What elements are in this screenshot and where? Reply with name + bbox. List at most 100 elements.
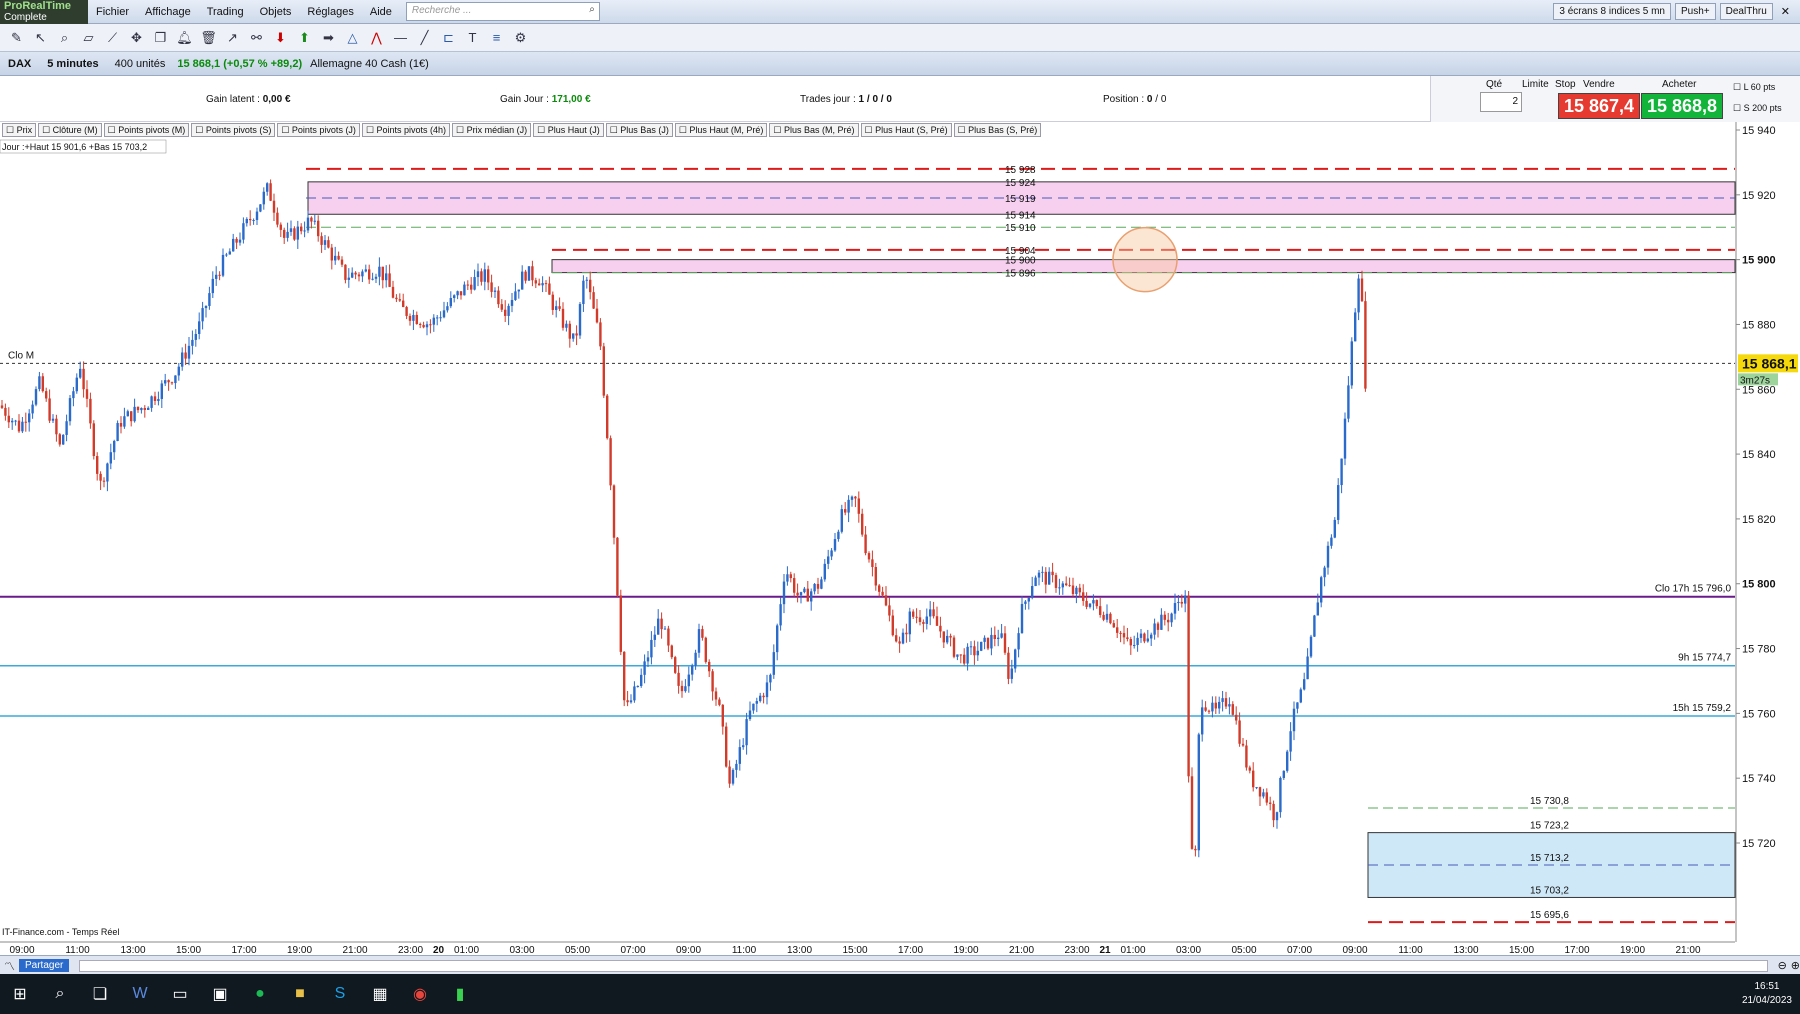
chrome-icon[interactable]: ◉ — [400, 974, 440, 1014]
fibonacci-icon[interactable]: ≡ — [486, 27, 507, 48]
menu-fichier[interactable]: Fichier — [88, 6, 137, 18]
sell-button[interactable]: 15 867,4 — [1558, 93, 1640, 119]
menu-aide[interactable]: Aide — [362, 6, 400, 18]
indicator-2[interactable]: ☐ Points pivots (M) — [103, 123, 190, 137]
word-icon[interactable]: W — [120, 974, 160, 1014]
prorealtime-taskbar-icon[interactable]: ▮ — [440, 974, 480, 1014]
candle-body — [908, 611, 911, 635]
zoom-in-icon[interactable]: ⊕ — [1791, 959, 1800, 972]
candle-body — [1112, 623, 1115, 628]
x-tick-label-26: 09:00 — [1342, 945, 1367, 955]
files-icon[interactable]: ▭ — [160, 974, 200, 1014]
indicator-0[interactable]: ☐ Prix — [2, 123, 37, 137]
timeframe-select[interactable]: 5 minutes — [43, 57, 102, 71]
indicator-11[interactable]: ☐ Plus Haut (S, Pré) — [860, 123, 952, 137]
spotify-icon[interactable]: ● — [240, 974, 280, 1014]
indicator-9[interactable]: ☐ Plus Haut (M, Pré) — [674, 123, 768, 137]
zigzag-icon[interactable]: ⋀ — [366, 27, 387, 48]
candle-body — [1133, 644, 1136, 646]
indicator-4[interactable]: ☐ Points pivots (J) — [277, 123, 360, 137]
diagonal-line-icon[interactable]: ╱ — [414, 27, 435, 48]
indicator-7[interactable]: ☐ Plus Haut (J) — [533, 123, 604, 137]
symbol-select[interactable]: DAX — [4, 57, 35, 71]
zoom-out-icon[interactable]: ⊖ — [1778, 959, 1787, 972]
candle-body — [973, 646, 976, 656]
explorer-icon[interactable]: ■ — [280, 974, 320, 1014]
skype-icon[interactable]: S — [320, 974, 360, 1014]
candle-body — [473, 277, 476, 290]
trend-tool-icon[interactable]: ⟋ — [102, 27, 123, 48]
search-icon[interactable]: ⌕ — [589, 4, 595, 15]
indicator-5[interactable]: ☐ Points pivots (4h) — [361, 123, 451, 137]
cursor-icon[interactable]: ↖ — [30, 27, 51, 48]
indicator-12[interactable]: ☐ Plus Bas (S, Pré) — [953, 123, 1042, 137]
stop-checkbox[interactable]: ☐ S 200 pts — [1733, 103, 1782, 114]
bell-icon[interactable]: 🔔︎ — [174, 27, 195, 48]
up-arrow-icon[interactable]: ⬆ — [294, 27, 315, 48]
candle-body — [633, 686, 636, 701]
move-icon[interactable]: ✥ — [126, 27, 147, 48]
price-chart[interactable]: 15 92815 92415 91915 91415 91015 90415 9… — [0, 122, 1800, 955]
candle-body — [1309, 636, 1313, 657]
calculator-icon[interactable]: ▦ — [360, 974, 400, 1014]
indicator-bar: ☐ Prix ☐ Clôture (M) ☐ Points pivots (M) ☐ … — [0, 122, 1800, 138]
buy-button[interactable]: 15 868,8 — [1641, 93, 1723, 119]
channel-icon[interactable]: ⊏ — [438, 27, 459, 48]
zoom-icon[interactable]: ⌕ — [54, 27, 75, 48]
indicator-10[interactable]: ☐ Plus Bas (M, Pré) — [769, 123, 859, 137]
level-label-11: 15 730,8 — [1530, 796, 1569, 807]
limit-checkbox[interactable]: ☐ L 60 pts — [1733, 82, 1775, 93]
candle-body — [874, 567, 877, 586]
indicator-8[interactable]: ☐ Plus Bas (J) — [605, 123, 673, 137]
search-input[interactable]: Recherche ... ⌕ — [405, 2, 600, 21]
arrow-line-icon[interactable]: ↗ — [222, 27, 243, 48]
candle-body — [1316, 602, 1319, 616]
indicator-1[interactable]: ☐ Clôture (M) — [38, 123, 102, 137]
chart-area[interactable]: 15 928 15 924 15 919 15 914 15 910 15 904 15 9… — [0, 122, 1800, 955]
ruler-icon[interactable]: ▱ — [78, 27, 99, 48]
text-icon[interactable]: T — [462, 27, 483, 48]
candle-body — [895, 635, 898, 642]
menu-affichage[interactable]: Affichage — [137, 6, 199, 18]
start-icon[interactable]: ⊞ — [0, 974, 40, 1014]
horizontal-scrollbar[interactable] — [79, 959, 1768, 972]
push-button[interactable]: Push+ — [1675, 3, 1716, 20]
pencil-icon[interactable]: ✎ — [6, 27, 27, 48]
triangle-icon[interactable]: △ — [342, 27, 363, 48]
screens-button[interactable]: 3 écrans 8 indices 5 mn — [1553, 3, 1671, 20]
down-arrow-icon[interactable]: ⬇ — [270, 27, 291, 48]
chart-type-icon[interactable]: 〽 — [4, 958, 15, 974]
link-icon[interactable]: ⚯ — [246, 27, 267, 48]
copy-icon[interactable]: ❐ — [150, 27, 171, 48]
dealthru-button[interactable]: DealThru — [1719, 3, 1773, 20]
candle-body — [946, 635, 949, 643]
y-tick-label-5: 15 840 — [1742, 449, 1776, 461]
candle-body — [572, 333, 575, 339]
candle-body — [990, 634, 993, 649]
candle-body — [884, 595, 888, 606]
candle-body — [786, 574, 789, 582]
trash-icon[interactable]: 🗑︎ — [198, 27, 219, 48]
qte-input[interactable]: 2 — [1480, 92, 1522, 112]
search-taskbar-icon[interactable]: ⌕ — [40, 974, 80, 1014]
level-label-8: Clo 17h 15 796,0 — [1655, 584, 1732, 595]
right-arrow-icon[interactable]: ➡ — [318, 27, 339, 48]
share-button[interactable]: Partager — [19, 959, 70, 972]
horizontal-line-icon[interactable]: — — [390, 27, 411, 48]
taskview-icon[interactable]: ❏ — [80, 974, 120, 1014]
candle-body — [701, 629, 704, 638]
menu-trading[interactable]: Trading — [199, 6, 252, 18]
candle-body — [585, 279, 588, 281]
candle-body — [541, 283, 544, 286]
store-icon[interactable]: ▣ — [200, 974, 240, 1014]
menu-objets[interactable]: Objets — [252, 6, 300, 18]
close-icon[interactable]: ✕ — [1777, 5, 1794, 18]
candle-body — [854, 496, 857, 499]
indicator-6[interactable]: ☐ Prix médian (J) — [452, 123, 532, 137]
settings-icon[interactable]: ⚙ — [510, 27, 531, 48]
menu-reglages[interactable]: Réglages — [299, 6, 361, 18]
units-select[interactable]: 400 unités — [111, 57, 170, 71]
indicator-3[interactable]: ☐ Points pivots (S) — [191, 123, 276, 137]
candle-body — [92, 423, 95, 457]
candle-body — [735, 763, 738, 770]
